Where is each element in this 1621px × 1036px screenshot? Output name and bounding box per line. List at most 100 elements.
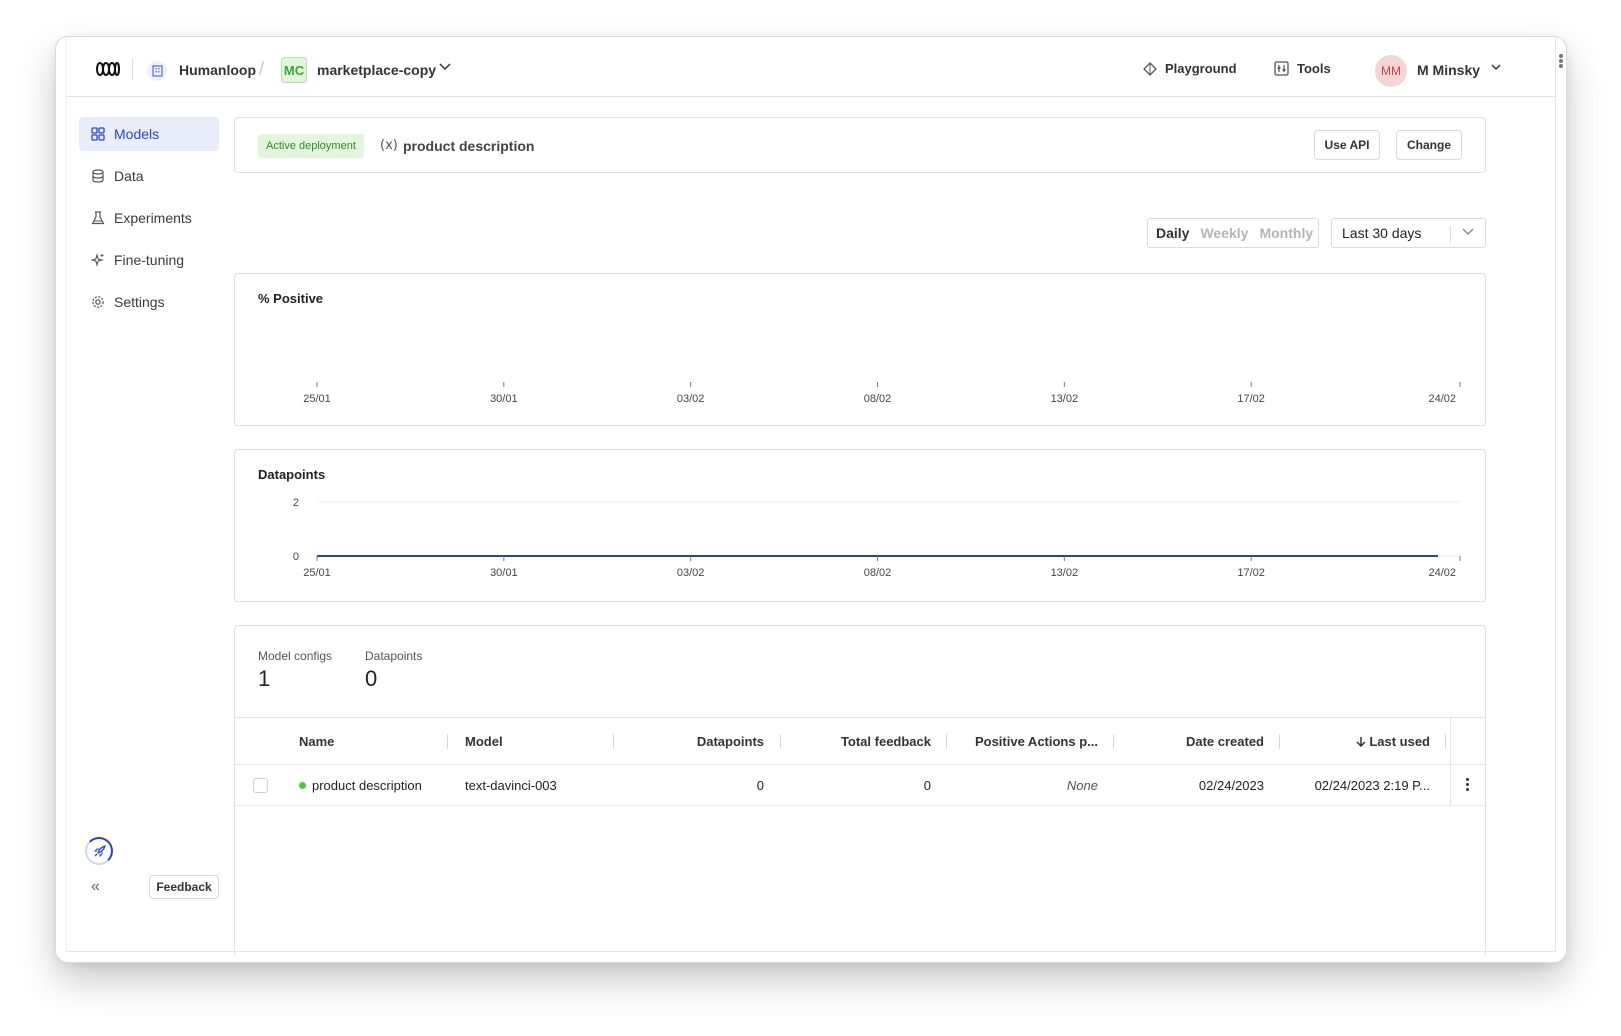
sidebar-item-data[interactable]: Data	[79, 159, 219, 193]
x-tick-label: 25/01	[303, 567, 331, 579]
chevron-down-icon[interactable]	[1491, 64, 1501, 71]
model-configs-table-card: Model configs 1 Datapoints 0 Name Model …	[234, 625, 1486, 955]
status-badge: Active deployment	[258, 134, 364, 158]
collapse-sidebar-icon[interactable]: «	[91, 878, 100, 896]
x-tick-label: 13/02	[1051, 567, 1079, 579]
top-bar: Humanloop / MC marketplace-copy Playgrou…	[67, 37, 1555, 97]
row-model-cell: text-davinci-003	[465, 778, 557, 793]
sparkle-icon	[91, 253, 105, 267]
gear-icon	[92, 296, 104, 308]
variable-icon: (x)	[380, 138, 398, 153]
positive-chart: 25/01 30/01 03/02 08/02 13/02 17/02 24/02	[303, 382, 1461, 405]
change-button[interactable]: Change	[1396, 130, 1462, 160]
sidebar-item-label: Data	[114, 168, 144, 184]
grid-icon	[91, 127, 105, 141]
table-row[interactable]: product description text-davinci-003 0 0…	[235, 765, 1485, 806]
column-resizer[interactable]	[1445, 734, 1446, 749]
x-tick-label: 17/02	[1237, 393, 1265, 405]
onboarding-progress-button[interactable]	[85, 837, 113, 865]
last-used-label: Last used	[1369, 734, 1430, 749]
positive-chart-card: % Positive 25/01 30/01 03/02 08/02 13/02 17/0…	[234, 273, 1486, 426]
playground-link[interactable]: Playground	[1143, 61, 1237, 76]
period-toggle: Daily Weekly Monthly	[1147, 218, 1319, 248]
sidebar-item-fine-tuning[interactable]: Fine-tuning	[79, 243, 219, 277]
diamond-icon	[1143, 61, 1157, 76]
x-tick-label: 24/02	[1428, 393, 1456, 405]
column-resizer[interactable]	[1113, 734, 1114, 749]
stat-value: 0	[365, 666, 378, 691]
user-menu-name[interactable]: M Minsky	[1417, 62, 1480, 78]
stat-label: Model configs	[258, 649, 333, 663]
x-tick-label: 25/01	[303, 393, 331, 405]
column-header-model[interactable]: Model	[465, 734, 503, 749]
row-positive-actions-cell: None	[1066, 778, 1098, 793]
sidebar-item-label: Settings	[114, 294, 165, 310]
breadcrumb-separator: /	[259, 59, 265, 79]
date-range-select[interactable]: Last 30 days	[1331, 218, 1486, 248]
tools-label: Tools	[1297, 61, 1331, 76]
window-handle-icon[interactable]	[1558, 53, 1564, 69]
sidebar-item-settings[interactable]: Settings	[79, 285, 219, 319]
row-checkbox[interactable]	[253, 778, 268, 793]
column-header-positive-actions[interactable]: Positive Actions p...	[975, 734, 1098, 749]
project-badge[interactable]: MC	[281, 57, 307, 83]
column-header-last-used[interactable]: Last used	[1356, 734, 1430, 749]
column-header-date-created[interactable]: Date created	[1186, 734, 1264, 749]
table-header: Name Model Datapoints Total feedback Pos…	[235, 717, 1485, 765]
use-api-button[interactable]: Use API	[1314, 130, 1380, 160]
x-tick-label: 30/01	[490, 393, 518, 405]
project-name-link[interactable]: marketplace-copy	[317, 62, 436, 78]
x-tick-label: 17/02	[1237, 567, 1265, 579]
database-icon	[92, 169, 104, 183]
tools-icon	[1274, 61, 1289, 76]
feedback-button[interactable]: Feedback	[149, 875, 219, 899]
sidebar-item-label: Experiments	[114, 210, 192, 226]
chevron-down-icon	[1462, 228, 1474, 235]
x-tick-label: 08/02	[864, 393, 892, 405]
x-tick-label: 08/02	[864, 567, 892, 579]
column-resizer[interactable]	[780, 734, 781, 749]
period-monthly[interactable]: Monthly	[1259, 225, 1313, 241]
deployment-name[interactable]: product description	[403, 138, 534, 154]
stat-label: Datapoints	[365, 649, 423, 663]
datapoints-chart: 0 2 25/01 30/01 03/02 08/02 13/02 17/02 24/02	[293, 497, 1461, 579]
flask-icon	[91, 211, 105, 225]
column-resizer[interactable]	[1279, 734, 1280, 749]
sidebar-item-label: Fine-tuning	[114, 252, 185, 268]
column-header-datapoints[interactable]: Datapoints	[697, 734, 764, 749]
period-weekly[interactable]: Weekly	[1200, 225, 1248, 241]
y-tick-label: 0	[293, 551, 299, 563]
progress-ring	[85, 837, 113, 865]
datapoints-chart-card: Datapoints 0 2 25/01 30/01 03/02 08/02 13/02 17…	[234, 449, 1486, 602]
date-range-value: Last 30 days	[1342, 225, 1422, 241]
chevron-down-icon[interactable]	[439, 63, 451, 71]
humanloop-logo-icon[interactable]	[95, 59, 121, 79]
column-resizer[interactable]	[946, 734, 947, 749]
tools-link[interactable]: Tools	[1274, 61, 1331, 76]
x-tick-label: 03/02	[677, 393, 705, 405]
row-more-icon[interactable]	[1466, 778, 1470, 793]
org-name-link[interactable]: Humanloop	[179, 62, 256, 78]
x-tick-label: 13/02	[1051, 393, 1079, 405]
column-header-name[interactable]: Name	[299, 734, 334, 749]
x-tick-label: 24/02	[1428, 567, 1456, 579]
playground-label: Playground	[1165, 61, 1237, 76]
period-daily[interactable]: Daily	[1156, 225, 1189, 241]
app-window: Humanloop / MC marketplace-copy Playgrou…	[56, 37, 1566, 962]
column-resizer[interactable]	[613, 734, 614, 749]
building-icon	[147, 61, 167, 81]
status-dot	[299, 782, 306, 789]
y-tick-label: 2	[293, 497, 299, 509]
row-name-cell[interactable]: product description	[299, 778, 422, 793]
active-deployment-card: Active deployment (x) product descriptio…	[234, 117, 1486, 173]
sidebar-item-experiments[interactable]: Experiments	[79, 201, 219, 235]
x-tick-label: 03/02	[677, 567, 705, 579]
row-date-created-cell: 02/24/2023	[1198, 778, 1264, 793]
arrow-down-icon	[1356, 737, 1366, 748]
row-last-used-cell: 02/24/2023 2:19 P...	[1314, 778, 1430, 793]
x-tick-label: 30/01	[490, 567, 518, 579]
avatar[interactable]: MM	[1375, 55, 1407, 87]
sidebar-item-models[interactable]: Models	[79, 117, 219, 151]
column-resizer[interactable]	[447, 734, 448, 749]
column-header-total-feedback[interactable]: Total feedback	[841, 734, 931, 749]
